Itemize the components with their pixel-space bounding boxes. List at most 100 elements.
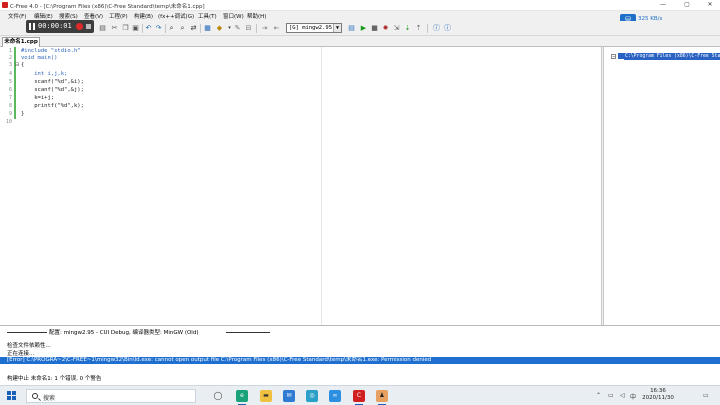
- taskbar-clock[interactable]: 16:36 2020/11/30: [638, 388, 678, 402]
- document-tabs: 未命名1.cpp: [0, 36, 720, 47]
- menu-window[interactable]: 窗口(W): [223, 12, 244, 20]
- menu-debug[interactable]: (fx++调试(G): [158, 12, 194, 20]
- code-editor[interactable]: 1 2 3 4 5 6 7 8 9 10 ⊟ #include "stdio.h…: [0, 47, 602, 325]
- pause-icon[interactable]: [29, 23, 35, 30]
- menu-file[interactable]: 文件(F): [8, 12, 26, 20]
- window-title: C-Free 4.0 - [C:\Program Files (x86)\C-F…: [10, 4, 205, 10]
- cfree-app-icon: [2, 2, 8, 8]
- find-next-icon[interactable]: ⌕: [178, 24, 187, 33]
- tree-root-path[interactable]: C:\Program Files (x86)\C-Free Standard\t…: [624, 53, 720, 60]
- stop-record-icon[interactable]: [86, 24, 91, 29]
- menu-search[interactable]: 搜索(S): [59, 12, 78, 20]
- step-into-icon[interactable]: ⇣: [403, 24, 412, 33]
- cfree-taskbar-icon[interactable]: C: [353, 390, 365, 405]
- code-line: k=i+j;: [21, 95, 55, 101]
- menu-edit[interactable]: 编辑(E): [34, 12, 53, 20]
- fold-marker-icon[interactable]: ⊟: [15, 63, 20, 68]
- output-config-line: 配置: mingw2.95 - CUI Debug, 编译器类型: MinGW …: [49, 330, 199, 336]
- output-error-line[interactable]: [Error] C:\PROGRA~2\C-FREE~1\mingw32\Bin…: [0, 357, 720, 364]
- task-view-icon[interactable]: ◯: [212, 390, 224, 402]
- recorder-taskbar-icon[interactable]: ♟: [376, 390, 388, 405]
- chevron-down-icon: ▼: [333, 24, 341, 32]
- code-line: {: [21, 62, 25, 68]
- compiler-select-value: [G] mingw2.95: [289, 25, 333, 31]
- run-icon[interactable]: ▶: [359, 24, 368, 33]
- compile-icon[interactable]: ▤: [347, 24, 356, 33]
- stop-icon[interactable]: ■: [370, 24, 379, 33]
- line-number: 5: [8, 79, 12, 85]
- editor-margin-line: [321, 47, 322, 325]
- indent-icon[interactable]: ⇥: [260, 24, 269, 33]
- copy-icon[interactable]: ❐: [121, 24, 130, 33]
- tree-expand-icon[interactable]: −: [611, 54, 616, 59]
- qq-browser-icon[interactable]: ◎: [306, 390, 318, 402]
- menu-view[interactable]: 查看(V): [84, 12, 103, 20]
- print-icon[interactable]: ▤: [98, 24, 107, 33]
- search-icon: [32, 393, 38, 399]
- code-line: printf("%d",k);: [21, 103, 84, 109]
- mail-icon[interactable]: ✉: [283, 390, 295, 402]
- notification-icon[interactable]: ▭: [703, 392, 709, 399]
- file-explorer-icon[interactable]: ▬: [260, 390, 272, 402]
- code-line: void main(): [21, 55, 58, 61]
- bookmark-prev-icon[interactable]: ⊟: [244, 24, 253, 33]
- bookmark-icon[interactable]: ◆: [215, 24, 224, 33]
- line-number: 6: [8, 87, 12, 93]
- code-line: scanf("%d",&i);: [21, 79, 84, 85]
- compiler-select[interactable]: [G] mingw2.95 ▼: [286, 23, 342, 33]
- bookmark-next-icon[interactable]: ✎: [233, 24, 242, 33]
- find-icon[interactable]: ⌕: [167, 24, 176, 33]
- step-over-icon[interactable]: ⇲: [392, 24, 401, 33]
- cut-icon[interactable]: ✂: [110, 24, 119, 33]
- menu-tools[interactable]: 工具(T): [198, 12, 217, 20]
- tab-untitled1[interactable]: 未命名1.cpp: [2, 37, 40, 47]
- close-button[interactable]: ✕: [703, 1, 717, 9]
- recording-time: 00:00:01: [38, 22, 72, 30]
- build-summary: 构建中止 未命名1: 1 个错误, 0 个警告: [7, 376, 102, 382]
- network-app-icon[interactable]: ∞: [329, 390, 341, 402]
- edge-browser-icon[interactable]: e: [236, 390, 248, 405]
- line-number: 10: [5, 119, 12, 125]
- goto-line-icon[interactable]: ▦: [203, 24, 212, 33]
- debug-icon[interactable]: ✹: [381, 24, 390, 33]
- menu-project[interactable]: 工程(P): [109, 12, 128, 20]
- code-line: #include "stdio.h": [21, 48, 81, 54]
- help-icon[interactable]: ⓘ: [432, 24, 441, 33]
- maximize-button[interactable]: ▢: [680, 1, 694, 9]
- outdent-icon[interactable]: ⇤: [272, 24, 281, 33]
- menu-build[interactable]: 构建(B): [134, 12, 153, 20]
- windows-taskbar: 搜索 ◯ e ▬ ✉ ◎ ∞ C ♟ ⌃ ▭ ◁ 中 16:36 2020/11…: [0, 385, 720, 405]
- menu-help[interactable]: 帮助(H): [247, 12, 266, 20]
- clock-date: 2020/11/30: [642, 395, 674, 401]
- windows-start-icon[interactable]: [7, 391, 16, 400]
- line-number: 3: [8, 62, 12, 68]
- project-tree-panel: − C:\Program Files (x86)\C-Free Standard…: [603, 47, 720, 325]
- record-dot-icon[interactable]: [76, 23, 83, 30]
- paste-icon[interactable]: ▣: [131, 24, 140, 33]
- replace-icon[interactable]: ⇄: [189, 24, 198, 33]
- line-number: 4: [8, 71, 12, 77]
- about-icon[interactable]: ⓘ: [443, 24, 452, 33]
- clock-time: 16:36: [650, 388, 666, 394]
- step-out-icon[interactable]: ⇡: [414, 24, 423, 33]
- screen-recorder-overlay: 00:00:01: [26, 20, 94, 33]
- tray-expand-icon[interactable]: ⌃: [596, 392, 601, 399]
- code-line: }: [21, 111, 25, 117]
- line-number: 7: [8, 95, 12, 101]
- minimize-button[interactable]: —: [656, 1, 670, 9]
- code-line: scanf("%d",&j);: [21, 87, 84, 93]
- output-line: 正在连接...: [7, 351, 35, 357]
- line-number: 9: [8, 111, 12, 117]
- build-output-pane: 配置: mingw2.95 - CUI Debug, 编译器类型: MinGW …: [0, 325, 720, 385]
- redo-icon[interactable]: ↷: [154, 24, 163, 33]
- volume-icon[interactable]: ◁: [620, 392, 625, 399]
- taskbar-search-box[interactable]: 搜索: [26, 389, 196, 403]
- line-number: 8: [8, 103, 12, 109]
- output-header: 配置: mingw2.95 - CUI Debug, 编译器类型: MinGW …: [0, 328, 720, 336]
- code-line: int i,j,k;: [21, 71, 68, 77]
- output-line: 检查文件依赖性...: [7, 343, 51, 349]
- undo-icon[interactable]: ↶: [144, 24, 153, 33]
- tray-app-icon[interactable]: ▭: [608, 392, 614, 399]
- change-indicator-bar: [14, 47, 16, 119]
- ime-indicator[interactable]: 中: [630, 392, 636, 401]
